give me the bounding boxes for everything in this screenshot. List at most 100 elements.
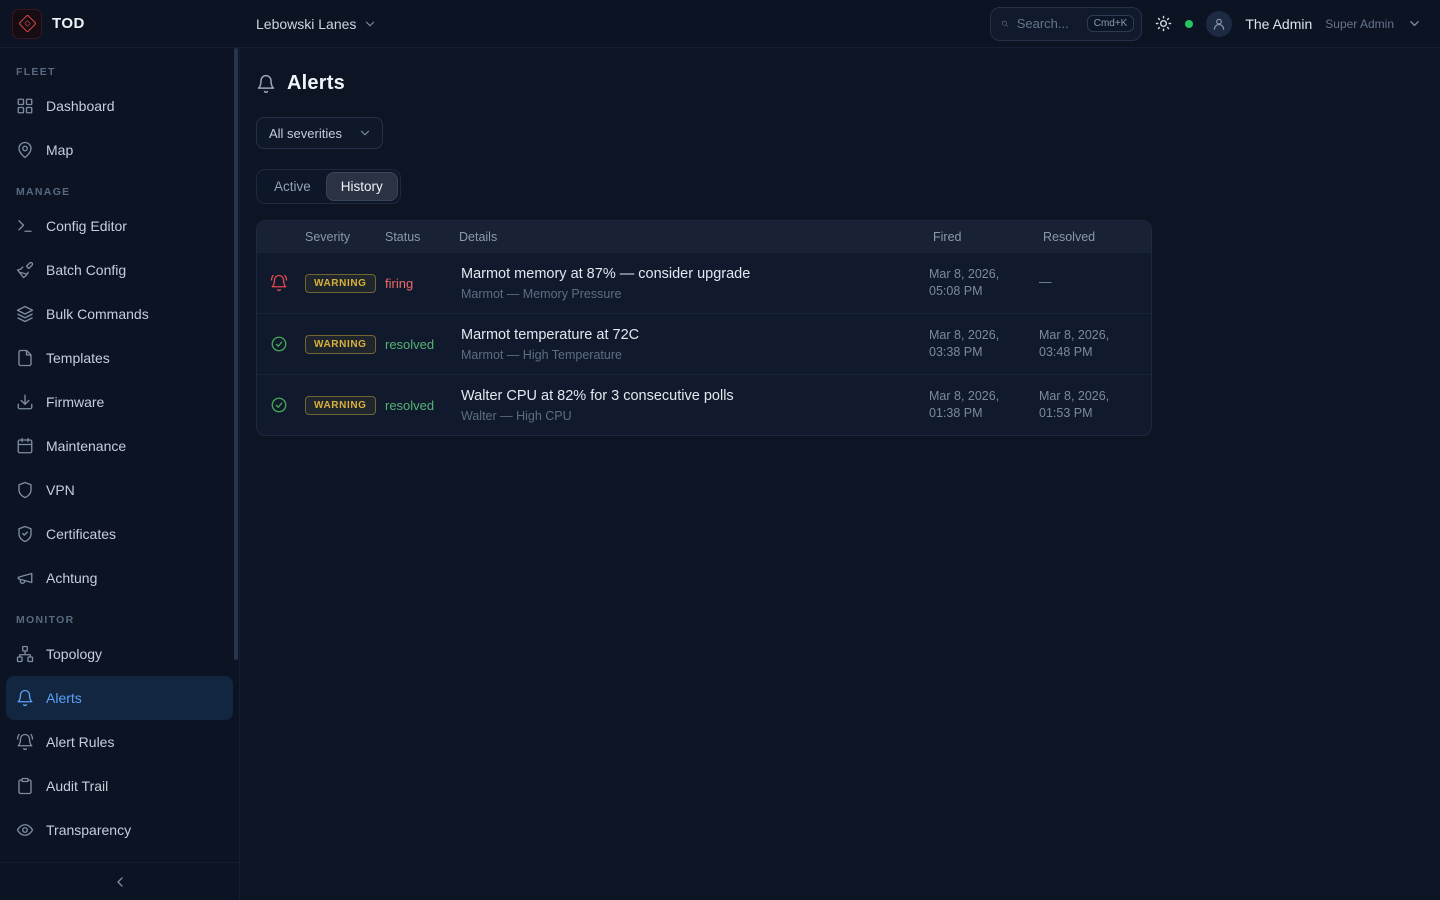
alert-subtitle: Marmot — High Temperature [461,348,919,362]
user-menu-chevron-icon[interactable] [1407,16,1422,31]
sidebar-collapse-button[interactable] [112,874,128,890]
table-row[interactable]: WARNING resolved Walter CPU at 82% for 3… [257,374,1151,435]
alert-details: Walter CPU at 82% for 3 consecutive poll… [455,388,929,423]
sidebar-item-transparency[interactable]: Transparency [0,808,239,852]
sidebar-item-label: Transparency [46,822,131,838]
page-header: Alerts [256,64,1416,117]
map-pin-icon [16,141,34,159]
org-selector[interactable]: Lebowski Lanes [256,16,377,32]
sidebar-item-label: Map [46,142,73,158]
topbar: TOD Lebowski Lanes Cmd+K The Admin Super… [0,0,1440,48]
check-circle-icon [257,335,301,353]
alert-title: Marmot memory at 87% — consider upgrade [461,266,919,282]
status-text: resolved [381,398,455,413]
sidebar-item-bulk-commands[interactable]: Bulk Commands [0,292,239,336]
eye-icon [16,821,34,839]
sidebar-item-map[interactable]: Map [0,128,239,172]
chevron-down-icon [358,126,372,140]
topbar-right: Cmd+K The Admin Super Admin [990,7,1440,41]
app-layout: FLEET Dashboard Map MANAGE Config Editor… [0,48,1440,900]
sidebar-item-achtung[interactable]: Achtung [0,556,239,600]
resolved-timestamp: Mar 8, 2026, 01:53 PM [1039,388,1151,423]
avatar[interactable] [1206,11,1232,37]
alert-subtitle: Marmot — Memory Pressure [461,287,919,301]
sidebar: FLEET Dashboard Map MANAGE Config Editor… [0,48,240,900]
sidebar-item-label: Audit Trail [46,778,108,794]
calendar-icon [16,437,34,455]
logo-diamond-icon [18,14,36,32]
table-row[interactable]: WARNING resolved Marmot temperature at 7… [257,313,1151,374]
fired-timestamp: Mar 8, 2026, 01:38 PM [929,388,1039,423]
search-input[interactable] [1017,16,1079,31]
table-row[interactable]: WARNING firing Marmot memory at 87% — co… [257,252,1151,313]
search-box[interactable]: Cmd+K [990,7,1142,41]
severity-badge: WARNING [305,335,376,354]
severity-badge: WARNING [305,396,376,415]
sidebar-item-audit-trail[interactable]: Audit Trail [0,764,239,808]
tab-active[interactable]: Active [260,173,325,200]
resolved-timestamp: Mar 8, 2026, 03:48 PM [1039,327,1151,362]
sidebar-item-firmware[interactable]: Firmware [0,380,239,424]
theme-toggle-button[interactable] [1155,15,1172,32]
bell-icon [256,74,276,94]
sidebar-item-label: Bulk Commands [46,306,149,322]
clipboard-icon [16,777,34,795]
sidebar-item-label: Alerts [46,690,82,706]
sidebar-item-label: Maintenance [46,438,126,454]
sidebar-item-vpn[interactable]: VPN [0,468,239,512]
alerts-table: Severity Status Details Fired Resolved W… [256,220,1152,436]
sidebar-item-templates[interactable]: Templates [0,336,239,380]
sidebar-item-label: VPN [46,482,75,498]
section-label-fleet: FLEET [0,52,239,84]
fired-timestamp: Mar 8, 2026, 05:08 PM [929,266,1039,301]
user-icon [1212,17,1226,31]
severity-filter-select[interactable]: All severities [256,117,383,149]
sidebar-item-label: Batch Config [46,262,126,278]
sidebar-item-config-editor[interactable]: Config Editor [0,204,239,248]
alert-details: Marmot memory at 87% — consider upgrade … [455,266,929,301]
severity-filter-value: All severities [269,126,342,141]
sidebar-item-alert-rules[interactable]: Alert Rules [0,720,239,764]
header-details: Details [455,230,929,244]
search-shortcut-badge: Cmd+K [1087,15,1135,32]
main-content: Alerts All severities Active History Sev… [240,48,1440,900]
sidebar-item-batch-config[interactable]: Batch Config [0,248,239,292]
grid-icon [16,97,34,115]
sidebar-item-maintenance[interactable]: Maintenance [0,424,239,468]
alert-title: Walter CPU at 82% for 3 consecutive poll… [461,388,919,404]
sidebar-item-label: Alert Rules [46,734,114,750]
app-logo-icon [12,9,42,39]
sidebar-item-topology[interactable]: Topology [0,632,239,676]
sidebar-scrollbar[interactable] [234,48,238,660]
org-name: Lebowski Lanes [256,16,356,32]
sidebar-item-label: Certificates [46,526,116,542]
shield-icon [16,481,34,499]
alert-subtitle: Walter — High CPU [461,409,919,423]
sidebar-item-alerts[interactable]: Alerts [6,676,233,720]
megaphone-icon [16,569,34,587]
tab-history[interactable]: History [327,173,397,200]
sidebar-footer [0,862,239,900]
sidebar-item-dashboard[interactable]: Dashboard [0,84,239,128]
bell-ring-icon [16,733,34,751]
section-label-monitor: MONITOR [0,600,239,632]
header-resolved: Resolved [1039,230,1151,244]
app-title: TOD [52,15,85,32]
sidebar-item-label: Config Editor [46,218,127,234]
alerts-tabs: Active History [256,169,401,204]
sidebar-nav: FLEET Dashboard Map MANAGE Config Editor… [0,48,239,862]
sidebar-item-label: Achtung [46,570,97,586]
resolved-timestamp: — [1039,274,1151,292]
table-header-row: Severity Status Details Fired Resolved [257,221,1151,252]
network-icon [16,645,34,663]
bell-icon [16,689,34,707]
badge-check-icon [16,525,34,543]
user-name: The Admin [1245,16,1312,32]
alert-title: Marmot temperature at 72C [461,327,919,343]
chevron-down-icon [363,17,377,31]
fired-timestamp: Mar 8, 2026, 03:38 PM [929,327,1039,362]
status-text: resolved [381,337,455,352]
search-icon [1001,16,1008,31]
sidebar-item-certificates[interactable]: Certificates [0,512,239,556]
header-severity: Severity [301,230,381,244]
